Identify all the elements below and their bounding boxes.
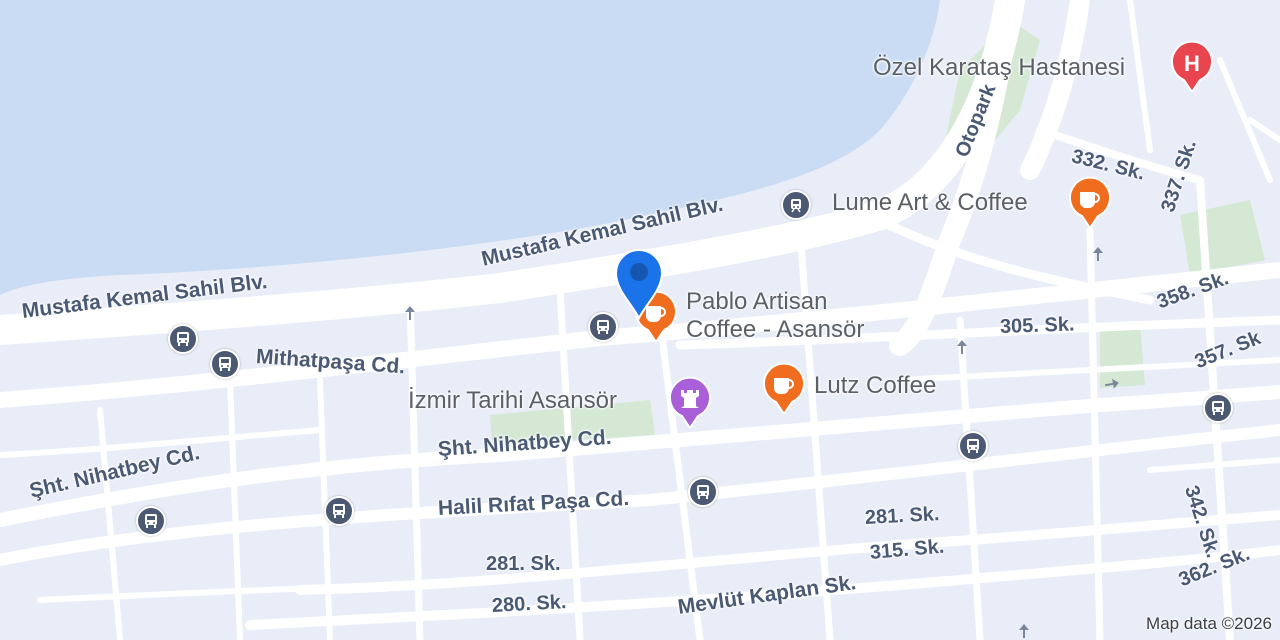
tram-stop-icon[interactable]: [781, 190, 811, 220]
poi-label-pablo-line2: Coffee - Asansör: [686, 316, 865, 343]
poi-label-pablo-line1: Pablo Artisan: [686, 288, 828, 315]
poi-label-asansor[interactable]: İzmir Tarihi Asansör: [408, 387, 617, 415]
bus-stop-icon[interactable]: [210, 349, 240, 379]
map-canvas[interactable]: Mustafa Kemal Sahil Blv. Mustafa Kemal S…: [0, 0, 1280, 640]
lume-coffee-pin[interactable]: [1068, 176, 1112, 230]
poi-label-pablo[interactable]: Pablo Artisan Coffee - Asansör: [686, 288, 864, 344]
street-label-305: 305. Sk.: [999, 313, 1075, 338]
street-label-280: 280. Sk.: [491, 591, 567, 617]
bus-stop-icon[interactable]: [168, 324, 198, 354]
asansor-landmark-pin[interactable]: [668, 376, 712, 430]
one-way-arrow-icon: [1093, 247, 1103, 261]
map-attribution: Map data ©2026: [1146, 614, 1272, 633]
svg-text:H: H: [1184, 51, 1200, 76]
bus-stop-icon[interactable]: [1203, 393, 1233, 423]
poi-label-hospital[interactable]: Özel Karataş Hastanesi: [873, 54, 1125, 82]
hospital-pin[interactable]: H: [1170, 40, 1214, 94]
bus-stop-icon[interactable]: [136, 506, 166, 536]
one-way-arrow-icon: [1104, 378, 1119, 389]
bus-stop-icon[interactable]: [688, 477, 718, 507]
one-way-arrow-icon: [1019, 624, 1029, 638]
poi-label-lutz[interactable]: Lutz Coffee: [814, 372, 936, 400]
lutz-coffee-pin[interactable]: [762, 362, 806, 416]
one-way-arrow-icon: [405, 306, 415, 320]
street-label-281-left: 281. Sk.: [486, 553, 561, 575]
location-marker-icon[interactable]: [612, 246, 666, 320]
one-way-arrow-icon: [957, 340, 967, 354]
bus-stop-icon[interactable]: [958, 431, 988, 461]
poi-label-lume[interactable]: Lume Art & Coffee: [832, 189, 1028, 217]
street-label-281-right: 281. Sk.: [864, 503, 940, 529]
bus-stop-icon[interactable]: [324, 496, 354, 526]
